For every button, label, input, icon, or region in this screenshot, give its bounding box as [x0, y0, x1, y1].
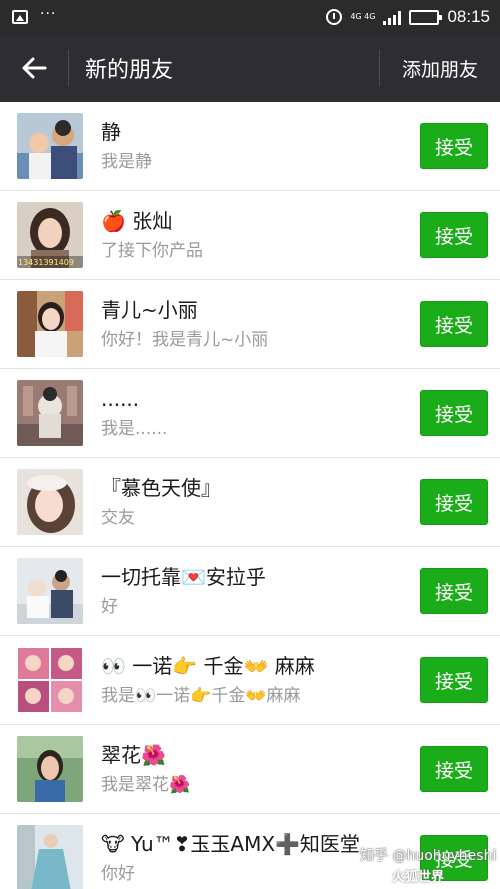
status-bar: ··· 4G 4G 08:15	[0, 0, 500, 34]
friend-request-row[interactable]: 13431391409 🍎 张灿 了接下你产品 接受	[0, 191, 500, 280]
accept-button[interactable]: 接受	[420, 657, 488, 703]
avatar[interactable]	[17, 291, 83, 357]
friend-request-row[interactable]: 👀 一诺👉 千金👐 麻麻 我是👀一诺👉千金👐麻麻 接受	[0, 636, 500, 725]
avatar[interactable]	[17, 469, 83, 535]
accept-button[interactable]: 接受	[420, 212, 488, 258]
friend-name: 👀 一诺👉 千金👐 麻麻	[101, 654, 315, 678]
watermark-site: 火狐世界	[392, 870, 445, 885]
request-message: 好	[101, 597, 118, 617]
battery-icon	[409, 9, 443, 25]
friend-request-row[interactable]: 一切托靠💌安拉乎 好 接受	[0, 547, 500, 636]
friend-request-row[interactable]: 翠花🌺 我是翠花🌺 接受	[0, 725, 500, 814]
accept-button[interactable]: 接受	[420, 568, 488, 614]
friend-request-row[interactable]: 青儿~小丽 你好！我是青儿~小丽 接受	[0, 280, 500, 369]
avatar[interactable]: 13431391409	[17, 202, 83, 268]
friend-name: ......	[101, 387, 140, 411]
friend-request-list: 静 我是静 接受 13431391409 🍎 张灿 了接下你产品 接受 青儿~小…	[0, 102, 500, 889]
request-message: 我是......	[101, 419, 168, 439]
avatar[interactable]	[17, 113, 83, 179]
request-message: 交友	[101, 508, 135, 528]
friend-name: 🍎 张灿	[101, 209, 173, 233]
image-notification-icon	[12, 10, 28, 24]
avatar[interactable]	[17, 647, 83, 713]
friend-name: 『慕色天使』	[101, 476, 221, 500]
app-header: 新的朋友 添加朋友	[0, 34, 500, 102]
friend-name: 翠花🌺	[101, 743, 166, 767]
avatar[interactable]	[17, 736, 83, 802]
accept-button[interactable]: 接受	[420, 746, 488, 792]
accept-button[interactable]: 接受	[420, 479, 488, 525]
alarm-icon	[326, 9, 343, 25]
friend-name: 青儿~小丽	[101, 298, 198, 322]
friend-request-row[interactable]: 静 我是静 接受	[0, 102, 500, 191]
request-message: 你好	[101, 864, 135, 884]
network-type: 4G 4G	[350, 12, 376, 21]
request-message: 我是👀一诺👉千金👐麻麻	[101, 686, 301, 706]
clock: 08:15	[447, 7, 490, 26]
friend-name: 一切托靠💌安拉乎	[101, 565, 266, 589]
header-divider	[68, 50, 69, 86]
request-message: 你好！我是青儿~小丽	[101, 330, 269, 350]
avatar[interactable]	[17, 825, 83, 889]
more-notifications-icon: ···	[40, 6, 57, 22]
friend-name: 静	[101, 120, 121, 144]
request-message: 我是静	[101, 152, 152, 172]
page-title: 新的朋友	[85, 57, 174, 82]
friend-request-row[interactable]: 『慕色天使』 交友 接受	[0, 458, 500, 547]
add-friends-button[interactable]: 添加朋友	[380, 34, 500, 102]
back-arrow-icon	[22, 57, 47, 79]
accept-button[interactable]: 接受	[420, 301, 488, 347]
request-message: 我是翠花🌺	[101, 775, 191, 795]
watermark-text: 知乎 @huohuyheshi	[360, 848, 497, 864]
accept-button[interactable]: 接受	[420, 123, 488, 169]
back-button[interactable]	[0, 34, 68, 102]
request-message: 了接下你产品	[101, 241, 203, 261]
avatar[interactable]	[17, 380, 83, 446]
avatar[interactable]	[17, 558, 83, 624]
friend-request-row[interactable]: ...... 我是...... 接受	[0, 369, 500, 458]
signal-icon	[383, 9, 402, 25]
accept-button[interactable]: 接受	[420, 390, 488, 436]
avatar-phone-caption: 13431391409	[18, 258, 74, 267]
